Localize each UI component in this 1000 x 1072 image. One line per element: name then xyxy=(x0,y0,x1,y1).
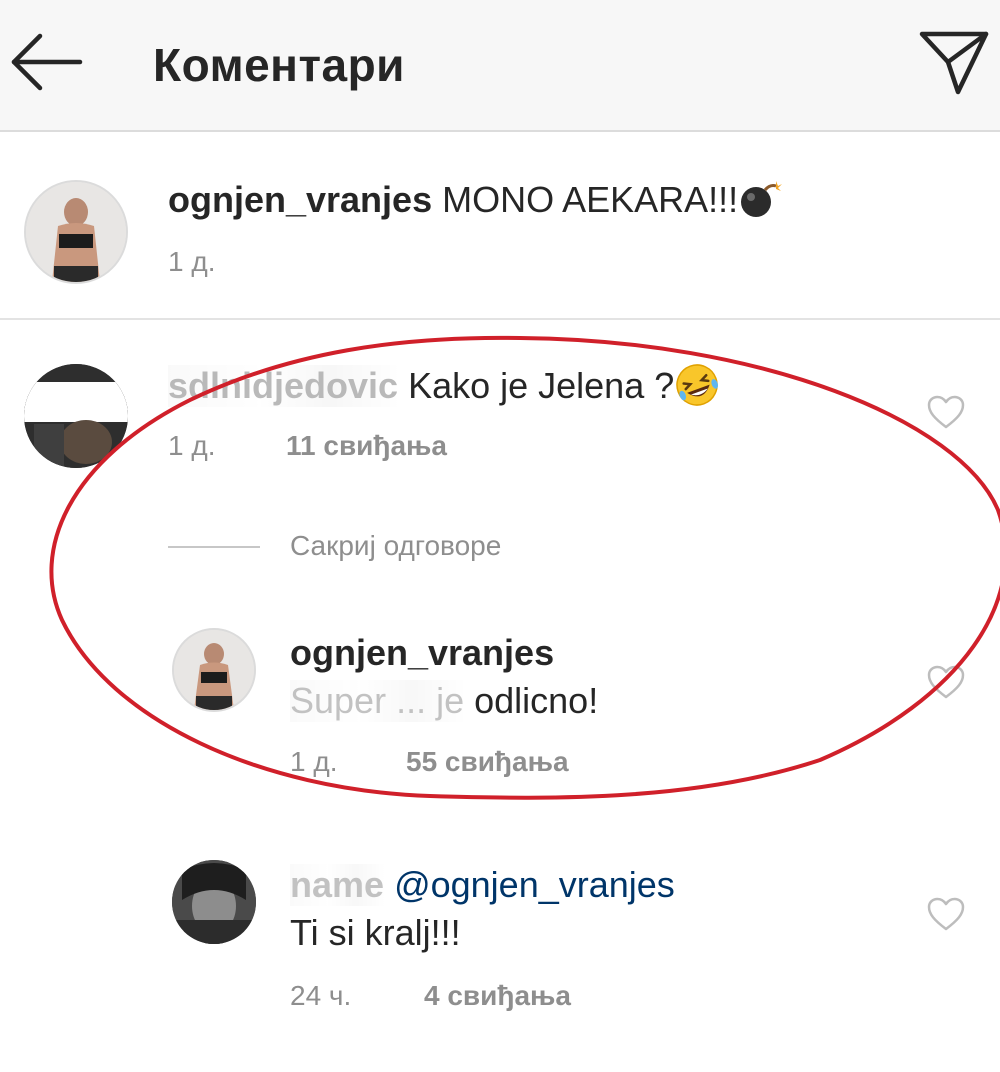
hide-replies-button[interactable]: Сакриј одговоре xyxy=(290,530,501,562)
reply-avatar[interactable] xyxy=(172,628,256,712)
reply-likes[interactable]: 55 свиђања xyxy=(406,746,569,778)
caption-text-line: ognjen_vranjes MONO AEKARA!!! xyxy=(168,178,783,221)
caption-divider xyxy=(0,318,1000,320)
heart-outline-icon xyxy=(927,395,965,429)
comment-username-redacted[interactable]: sdlnidjedovic xyxy=(168,365,399,407)
comment-username-redacted[interactable]: name xyxy=(290,864,385,906)
replies-divider xyxy=(168,546,260,548)
reply-time: 1 д. xyxy=(290,746,338,777)
heart-outline-icon xyxy=(927,897,965,931)
reply-text-line: Super ... je odlicno! xyxy=(290,680,598,722)
back-button[interactable] xyxy=(10,30,84,94)
caption-text: MONO AEKARA!!! xyxy=(442,179,739,220)
like-button[interactable] xyxy=(926,394,966,430)
direct-share-button[interactable] xyxy=(918,26,990,96)
reply-text: odlicno! xyxy=(474,680,599,721)
caption-username[interactable]: ognjen_vranjes xyxy=(168,179,432,220)
reply-like-button[interactable] xyxy=(926,664,966,700)
comment-time: 24 ч. xyxy=(290,980,352,1011)
caption-avatar[interactable] xyxy=(24,180,128,284)
reply-text-redacted: Super ... je xyxy=(290,680,465,722)
caption-time: 1 д. xyxy=(168,246,216,277)
comment-text: Ti si kralj!!! xyxy=(290,912,461,953)
reply-username[interactable]: ognjen_vranjes xyxy=(290,632,554,673)
comment-likes[interactable]: 4 свиђања xyxy=(424,980,571,1012)
reply-username-line: ognjen_vranjes xyxy=(290,632,554,674)
comment-avatar[interactable] xyxy=(172,860,256,944)
like-button[interactable] xyxy=(926,896,966,932)
comment-text: Kako je Jelena ? xyxy=(408,365,675,406)
comment-avatar[interactable] xyxy=(24,364,128,468)
comment-text-line-2: Ti si kralj!!! xyxy=(290,912,461,954)
paper-plane-icon xyxy=(919,31,989,95)
mention-link[interactable]: @ognjen_vranjes xyxy=(394,864,675,905)
heart-outline-icon xyxy=(927,665,965,699)
bomb-emoji-icon xyxy=(741,181,783,217)
comment-likes[interactable]: 11 свиђања xyxy=(286,430,447,462)
comment-text-line: sdlnidjedovic Kako je Jelena ? xyxy=(168,362,720,408)
top-app-bar: Коментари xyxy=(0,0,1000,132)
comment-text-line: name @ognjen_vranjes xyxy=(290,864,675,906)
arrow-left-icon xyxy=(11,33,83,91)
comment-time: 1 д. xyxy=(168,430,216,461)
page-title: Коментари xyxy=(153,39,405,91)
rolling-on-the-floor-laughing-emoji-icon xyxy=(676,364,719,406)
